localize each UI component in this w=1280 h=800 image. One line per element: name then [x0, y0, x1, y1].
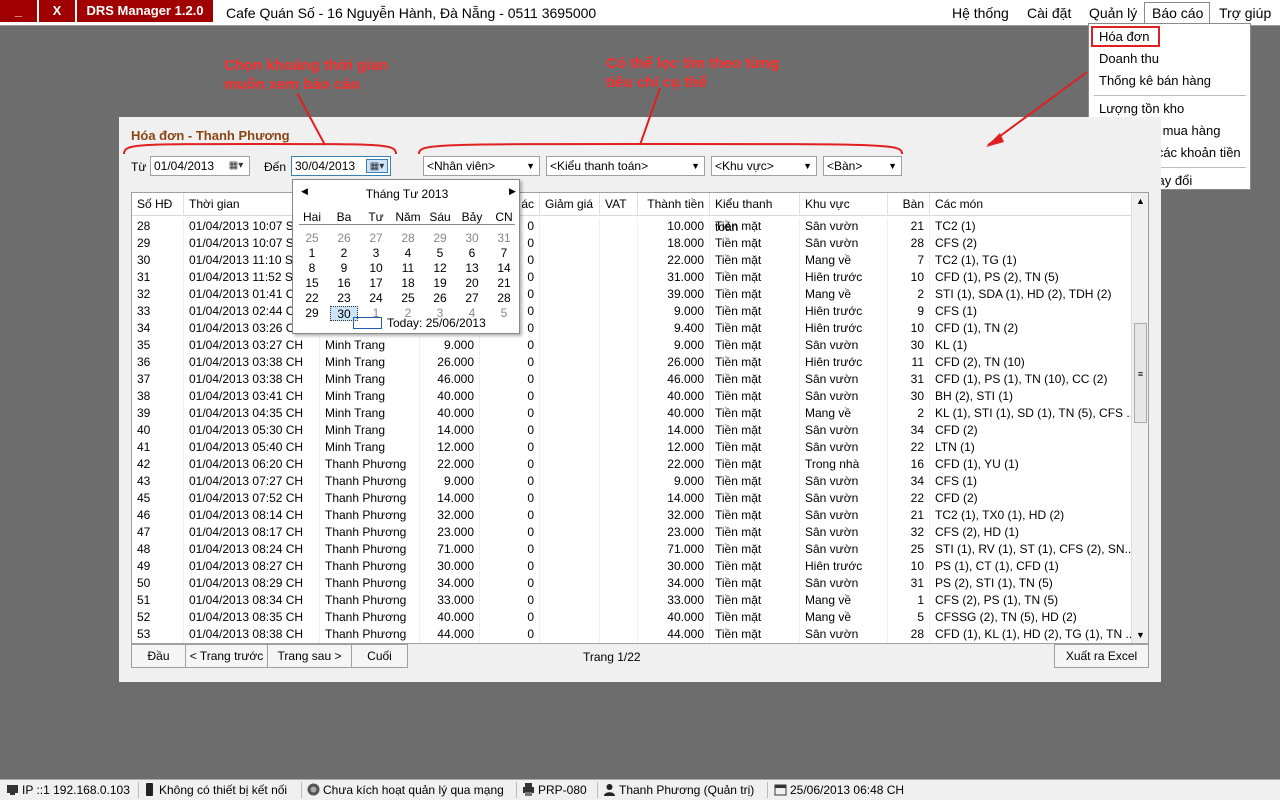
arrow-menu-line — [987, 71, 1088, 146]
status-printer: PRP-080 — [522, 783, 587, 797]
globe-icon — [307, 783, 320, 796]
status-ip: IP ::1 192.168.0.103 — [6, 783, 130, 797]
status-device: Không có thiết bị kết nối — [143, 783, 287, 797]
status-user: Thanh Phương (Quản trị) — [603, 783, 754, 797]
status-network-text: Chưa kích hoạt quản lý qua mạng — [323, 783, 504, 797]
brace-date — [123, 143, 397, 155]
arrow-filter-line — [639, 87, 661, 146]
user-icon — [604, 784, 615, 796]
network-icon — [7, 785, 18, 795]
status-printer-text: PRP-080 — [538, 783, 587, 797]
arrow-date-line — [296, 92, 326, 146]
annotation-arrows — [123, 71, 1088, 155]
status-network: Chưa kích hoạt quản lý qua mạng — [307, 783, 504, 797]
status-datetime: 25/06/2013 06:48 CH — [774, 783, 904, 797]
status-datetime-text: 25/06/2013 06:48 CH — [790, 783, 905, 797]
calendar-icon — [774, 784, 787, 796]
brace-filter — [418, 143, 903, 155]
status-ip-text: IP ::1 192.168.0.103 — [22, 783, 130, 797]
status-bar: IP ::1 192.168.0.103 Không có thiết bị k… — [0, 779, 1280, 800]
device-icon — [146, 783, 153, 796]
status-device-text: Không có thiết bị kết nối — [159, 783, 288, 797]
printer-icon — [523, 783, 534, 796]
status-user-text: Thanh Phương (Quản trị) — [619, 783, 755, 797]
